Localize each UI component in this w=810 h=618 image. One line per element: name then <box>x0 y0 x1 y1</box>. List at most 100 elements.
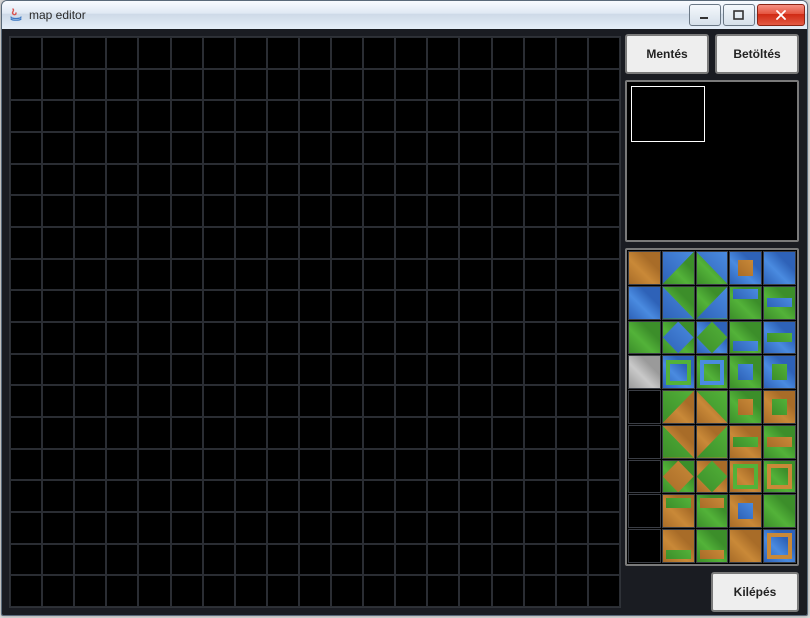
map-cell[interactable] <box>395 544 427 576</box>
map-cell[interactable] <box>235 100 267 132</box>
palette-tile[interactable] <box>628 460 661 494</box>
map-cell[interactable] <box>524 322 556 354</box>
map-cell[interactable] <box>267 512 299 544</box>
map-cell[interactable] <box>203 417 235 449</box>
map-cell[interactable] <box>74 164 106 196</box>
map-cell[interactable] <box>299 37 331 69</box>
map-cell[interactable] <box>74 354 106 386</box>
map-cell[interactable] <box>395 417 427 449</box>
map-cell[interactable] <box>395 227 427 259</box>
map-cell[interactable] <box>299 195 331 227</box>
map-cell[interactable] <box>203 227 235 259</box>
map-cell[interactable] <box>299 69 331 101</box>
map-cell[interactable] <box>74 322 106 354</box>
map-cell[interactable] <box>42 195 74 227</box>
map-cell[interactable] <box>459 480 491 512</box>
palette-tile[interactable] <box>662 286 695 320</box>
map-cell[interactable] <box>395 385 427 417</box>
map-cell[interactable] <box>171 512 203 544</box>
map-cell[interactable] <box>427 132 459 164</box>
map-cell[interactable] <box>363 575 395 607</box>
map-cell[interactable] <box>363 290 395 322</box>
map-cell[interactable] <box>395 290 427 322</box>
map-cell[interactable] <box>556 132 588 164</box>
map-cell[interactable] <box>427 164 459 196</box>
map-cell[interactable] <box>203 322 235 354</box>
map-cell[interactable] <box>203 69 235 101</box>
palette-tile[interactable] <box>729 494 762 528</box>
map-cell[interactable] <box>588 385 620 417</box>
map-cell[interactable] <box>427 449 459 481</box>
map-cell[interactable] <box>395 164 427 196</box>
map-cell[interactable] <box>235 512 267 544</box>
map-cell[interactable] <box>10 480 42 512</box>
map-cell[interactable] <box>171 449 203 481</box>
map-cell[interactable] <box>235 575 267 607</box>
map-cell[interactable] <box>171 164 203 196</box>
map-cell[interactable] <box>138 512 170 544</box>
map-cell[interactable] <box>138 449 170 481</box>
palette-tile[interactable] <box>662 390 695 424</box>
map-cell[interactable] <box>524 195 556 227</box>
map-cell[interactable] <box>395 37 427 69</box>
map-cell[interactable] <box>10 575 42 607</box>
map-cell[interactable] <box>427 227 459 259</box>
map-cell[interactable] <box>203 449 235 481</box>
map-cell[interactable] <box>427 480 459 512</box>
map-cell[interactable] <box>171 290 203 322</box>
map-cell[interactable] <box>203 480 235 512</box>
map-cell[interactable] <box>459 449 491 481</box>
map-cell[interactable] <box>138 575 170 607</box>
palette-tile[interactable] <box>763 355 796 389</box>
map-cell[interactable] <box>203 195 235 227</box>
map-cell[interactable] <box>106 290 138 322</box>
map-cell[interactable] <box>395 100 427 132</box>
map-cell[interactable] <box>235 544 267 576</box>
palette-tile[interactable] <box>628 529 661 563</box>
palette-tile[interactable] <box>763 425 796 459</box>
map-cell[interactable] <box>588 227 620 259</box>
map-cell[interactable] <box>171 354 203 386</box>
map-cell[interactable] <box>427 37 459 69</box>
map-cell[interactable] <box>427 417 459 449</box>
map-cell[interactable] <box>395 575 427 607</box>
map-cell[interactable] <box>427 100 459 132</box>
map-cell[interactable] <box>138 100 170 132</box>
map-cell[interactable] <box>106 132 138 164</box>
map-cell[interactable] <box>267 37 299 69</box>
map-cell[interactable] <box>459 290 491 322</box>
map-cell[interactable] <box>138 354 170 386</box>
map-cell[interactable] <box>588 575 620 607</box>
palette-tile[interactable] <box>662 425 695 459</box>
map-cell[interactable] <box>267 164 299 196</box>
map-cell[interactable] <box>492 544 524 576</box>
palette-tile[interactable] <box>696 494 729 528</box>
palette-tile[interactable] <box>696 321 729 355</box>
palette-tile[interactable] <box>729 321 762 355</box>
map-cell[interactable] <box>267 290 299 322</box>
map-cell[interactable] <box>138 544 170 576</box>
map-cell[interactable] <box>524 512 556 544</box>
palette-tile[interactable] <box>628 425 661 459</box>
map-cell[interactable] <box>299 575 331 607</box>
map-cell[interactable] <box>588 259 620 291</box>
map-cell[interactable] <box>363 480 395 512</box>
map-cell[interactable] <box>42 354 74 386</box>
map-cell[interactable] <box>459 259 491 291</box>
map-cell[interactable] <box>588 100 620 132</box>
map-cell[interactable] <box>171 417 203 449</box>
map-cell[interactable] <box>363 69 395 101</box>
map-cell[interactable] <box>42 385 74 417</box>
map-cell[interactable] <box>556 69 588 101</box>
maximize-button[interactable] <box>723 4 755 26</box>
palette-tile[interactable] <box>763 529 796 563</box>
map-cell[interactable] <box>171 132 203 164</box>
map-cell[interactable] <box>492 385 524 417</box>
map-cell[interactable] <box>395 480 427 512</box>
map-cell[interactable] <box>74 259 106 291</box>
map-cell[interactable] <box>203 385 235 417</box>
map-cell[interactable] <box>138 385 170 417</box>
map-cell[interactable] <box>42 69 74 101</box>
palette-tile[interactable] <box>763 286 796 320</box>
map-cell[interactable] <box>10 449 42 481</box>
